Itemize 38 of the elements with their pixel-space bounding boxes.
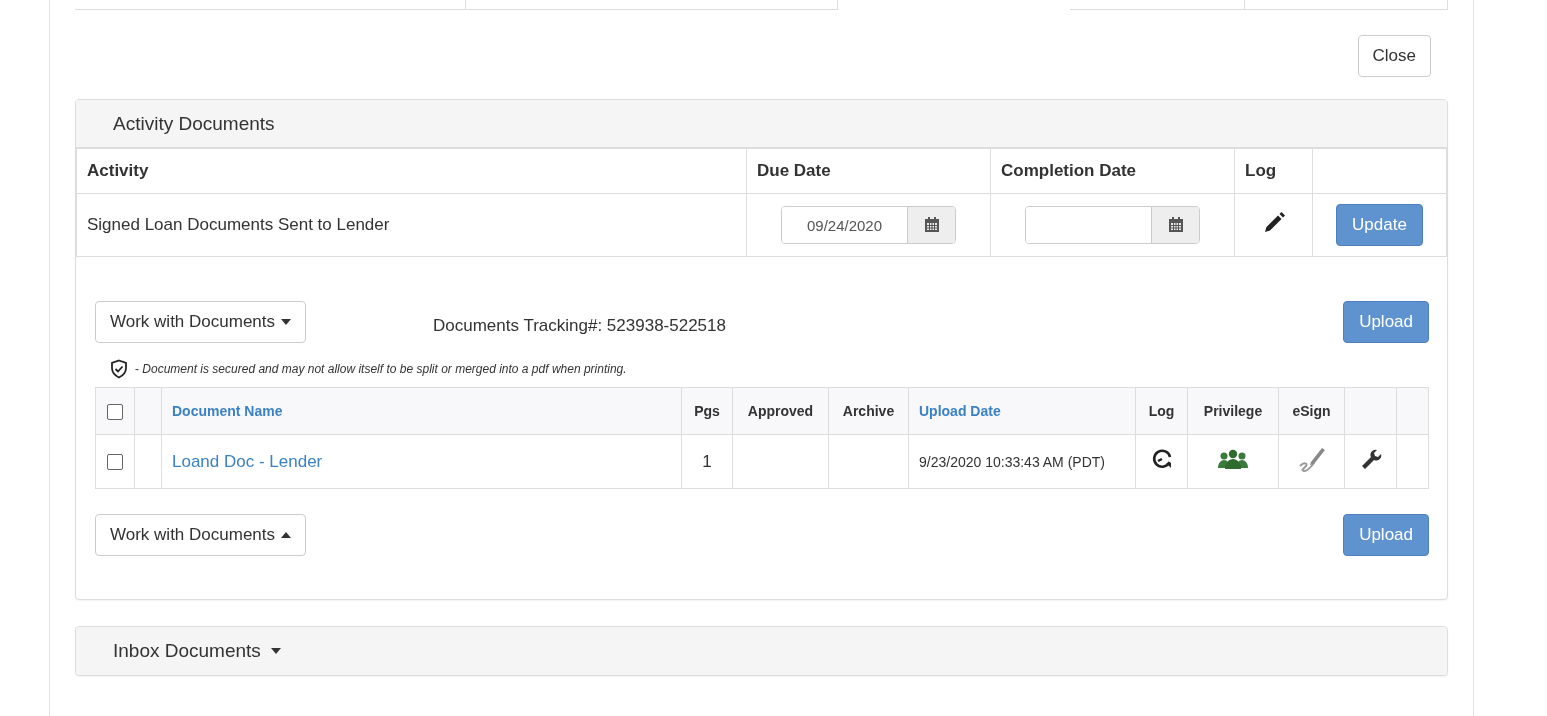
sortable-column-header[interactable]: Upload Date bbox=[908, 387, 1136, 435]
caret-icon bbox=[281, 532, 291, 538]
date-picker[interactable]: 09/24/2020 bbox=[781, 206, 956, 244]
document-link[interactable]: Loand Doc - Lender bbox=[172, 451, 323, 471]
checkbox[interactable] bbox=[107, 403, 123, 420]
date-picker[interactable] bbox=[1025, 206, 1200, 244]
calendar-icon bbox=[1167, 217, 1184, 233]
panel-title: Inbox Documents bbox=[113, 640, 261, 662]
caret-icon bbox=[270, 648, 281, 654]
column-header: Approved bbox=[732, 387, 829, 435]
work-with-documents-dropdown[interactable]: Work with Documents bbox=[95, 514, 306, 556]
column-header: Completion Date bbox=[990, 148, 1235, 194]
column-header: Archive bbox=[828, 387, 909, 435]
tracking-number: Documents Tracking#: 523938-522518 bbox=[433, 316, 726, 336]
inbox-documents-header[interactable]: Inbox Documents bbox=[76, 627, 1447, 675]
calendar-button[interactable] bbox=[1151, 207, 1199, 243]
work-with-documents-dropdown[interactable]: Work with Documents bbox=[95, 301, 306, 343]
column-header: Privilege bbox=[1187, 387, 1279, 435]
checkbox[interactable] bbox=[107, 454, 123, 470]
calendar-button[interactable] bbox=[907, 207, 955, 243]
close-button[interactable]: Close bbox=[1357, 35, 1431, 77]
sortable-column-header[interactable]: Document Name bbox=[161, 387, 682, 435]
calendar-icon bbox=[923, 217, 940, 233]
table-cell: 1 bbox=[681, 434, 733, 489]
column-header: eSign bbox=[1278, 387, 1345, 435]
table-cell: Signed Loan Documents Sent to Lender bbox=[76, 193, 747, 257]
column-header: Log bbox=[1135, 387, 1188, 435]
column-header: Pgs bbox=[681, 387, 733, 435]
secured-note: - Document is secured and may not allow itself to be split or merged into a pdf when printing. bbox=[135, 362, 627, 376]
panel-title: Activity Documents bbox=[113, 112, 275, 135]
shield-check-icon bbox=[109, 359, 129, 379]
clock-history-icon[interactable] bbox=[1150, 448, 1173, 470]
column-header: Activity bbox=[76, 148, 747, 194]
caret-icon bbox=[281, 319, 291, 325]
column-header: Log bbox=[1234, 148, 1313, 194]
users-icon[interactable] bbox=[1217, 449, 1249, 469]
column-header: Due Date bbox=[746, 148, 991, 194]
table-cell: 9/23/2020 10:33:43 AM (PDT) bbox=[908, 434, 1136, 489]
